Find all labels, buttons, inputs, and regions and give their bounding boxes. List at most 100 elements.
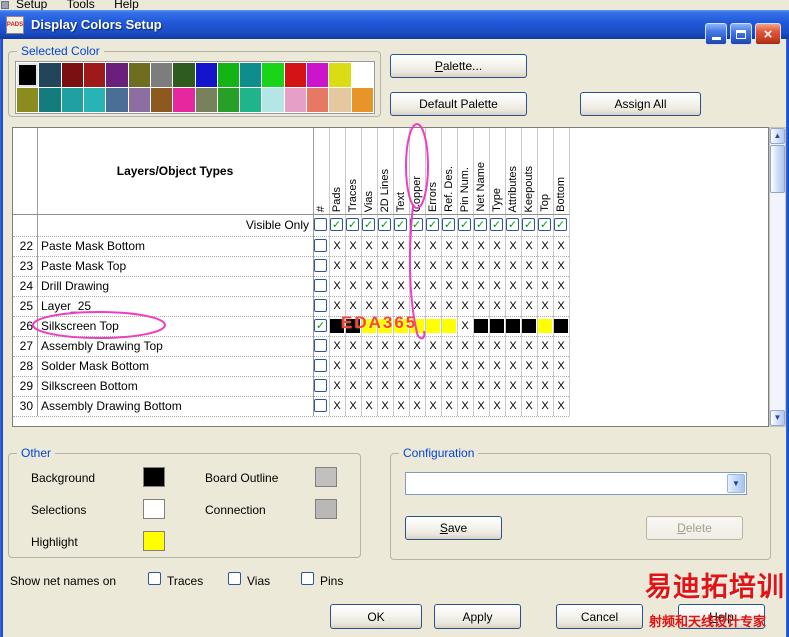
x-mark[interactable]: X xyxy=(377,359,393,373)
maximize-button[interactable] xyxy=(730,23,752,45)
x-mark[interactable]: X xyxy=(521,239,537,253)
menu-tools[interactable]: Tools xyxy=(67,0,95,10)
x-mark[interactable]: X xyxy=(425,399,441,413)
color-swatch[interactable] xyxy=(17,88,38,112)
highlight-color-swatch[interactable] xyxy=(143,531,165,551)
visibility-checkbox[interactable] xyxy=(314,218,327,231)
x-mark[interactable]: X xyxy=(489,399,505,413)
x-mark[interactable]: X xyxy=(553,259,569,273)
x-mark[interactable]: X xyxy=(489,299,505,313)
x-mark[interactable]: X xyxy=(361,239,377,253)
x-mark[interactable]: X xyxy=(537,379,553,393)
layer-color-cell[interactable] xyxy=(474,319,488,333)
layer-color-cell[interactable] xyxy=(554,319,568,333)
configuration-combobox[interactable]: ▼ xyxy=(405,472,747,495)
x-mark[interactable]: X xyxy=(377,259,393,273)
menu-help[interactable]: Help xyxy=(114,0,139,10)
color-swatch[interactable] xyxy=(62,88,83,112)
x-mark[interactable]: X xyxy=(457,259,473,273)
x-mark[interactable]: X xyxy=(329,379,345,393)
color-swatch[interactable] xyxy=(84,63,105,87)
x-mark[interactable]: X xyxy=(441,399,457,413)
x-mark[interactable]: X xyxy=(521,299,537,313)
layer-color-cell[interactable] xyxy=(426,319,440,333)
layer-name[interactable]: Drill Drawing xyxy=(41,279,109,294)
x-mark[interactable]: X xyxy=(473,339,489,353)
color-swatch[interactable] xyxy=(240,88,261,112)
x-mark[interactable]: X xyxy=(441,279,457,293)
selections-color-swatch[interactable] xyxy=(143,499,165,519)
x-mark[interactable]: X xyxy=(345,259,361,273)
x-mark[interactable]: X xyxy=(425,279,441,293)
x-mark[interactable]: X xyxy=(425,359,441,373)
x-mark[interactable]: X xyxy=(521,399,537,413)
visibility-checkbox[interactable]: ✓ xyxy=(330,218,343,231)
visibility-checkbox[interactable]: ✓ xyxy=(426,218,439,231)
visibility-checkbox[interactable]: ✓ xyxy=(506,218,519,231)
x-mark[interactable]: X xyxy=(457,359,473,373)
x-mark[interactable]: X xyxy=(457,339,473,353)
x-mark[interactable]: X xyxy=(521,279,537,293)
visibility-checkbox[interactable]: ✓ xyxy=(378,218,391,231)
visibility-checkbox[interactable] xyxy=(314,339,327,352)
layer-color-cell[interactable] xyxy=(506,319,520,333)
x-mark[interactable]: X xyxy=(457,299,473,313)
x-mark[interactable]: X xyxy=(457,239,473,253)
color-swatch[interactable] xyxy=(17,63,38,87)
x-mark[interactable]: X xyxy=(345,299,361,313)
background-color-swatch[interactable] xyxy=(143,467,165,487)
x-mark[interactable]: X xyxy=(345,399,361,413)
x-mark[interactable]: X xyxy=(537,279,553,293)
x-mark[interactable]: X xyxy=(409,399,425,413)
x-mark[interactable]: X xyxy=(553,279,569,293)
x-mark[interactable]: X xyxy=(457,379,473,393)
color-swatch[interactable] xyxy=(307,88,328,112)
x-mark[interactable]: X xyxy=(473,239,489,253)
color-swatch[interactable] xyxy=(196,88,217,112)
x-mark[interactable]: X xyxy=(329,259,345,273)
x-mark[interactable]: X xyxy=(345,379,361,393)
layer-name[interactable]: Silkscreen Top xyxy=(41,319,119,334)
chevron-down-icon[interactable]: ▼ xyxy=(727,474,745,493)
visibility-checkbox[interactable] xyxy=(314,239,327,252)
visibility-checkbox[interactable] xyxy=(314,299,327,312)
x-mark[interactable]: X xyxy=(345,279,361,293)
visibility-checkbox[interactable] xyxy=(314,399,327,412)
visibility-checkbox[interactable]: ✓ xyxy=(554,218,567,231)
x-mark[interactable]: X xyxy=(553,399,569,413)
save-button[interactable]: Save xyxy=(405,516,502,540)
close-button[interactable]: × xyxy=(755,23,781,45)
scroll-up-button[interactable]: ▲ xyxy=(770,128,785,144)
layer-color-cell[interactable] xyxy=(522,319,536,333)
x-mark[interactable]: X xyxy=(441,299,457,313)
connection-color-swatch[interactable] xyxy=(315,499,337,519)
table-scrollbar[interactable]: ▲ ▼ xyxy=(769,127,786,427)
color-swatch[interactable] xyxy=(62,63,83,87)
x-mark[interactable]: X xyxy=(393,259,409,273)
layer-name[interactable]: Paste Mask Bottom xyxy=(41,239,145,254)
visibility-checkbox[interactable] xyxy=(314,379,327,392)
layer-color-cell[interactable] xyxy=(490,319,504,333)
color-swatch[interactable] xyxy=(151,63,172,87)
color-swatch[interactable] xyxy=(151,88,172,112)
x-mark[interactable]: X xyxy=(505,399,521,413)
x-mark[interactable]: X xyxy=(489,379,505,393)
x-mark[interactable]: X xyxy=(553,339,569,353)
x-mark[interactable]: X xyxy=(473,399,489,413)
x-mark[interactable]: X xyxy=(425,259,441,273)
x-mark[interactable]: X xyxy=(521,359,537,373)
color-swatch[interactable] xyxy=(39,63,60,87)
layer-color-cell[interactable] xyxy=(442,319,456,333)
visibility-checkbox[interactable]: ✓ xyxy=(490,218,503,231)
visibility-checkbox[interactable]: ✓ xyxy=(394,218,407,231)
traces-checkbox[interactable] xyxy=(148,572,161,585)
palette-button[interactable]: Palette... xyxy=(390,54,527,78)
x-mark[interactable]: X xyxy=(393,399,409,413)
color-swatch[interactable] xyxy=(329,88,350,112)
x-mark[interactable]: X xyxy=(393,239,409,253)
color-swatch[interactable] xyxy=(329,63,350,87)
ok-button[interactable]: OK xyxy=(330,604,422,629)
scroll-down-button[interactable]: ▼ xyxy=(770,410,785,426)
x-mark[interactable]: X xyxy=(345,359,361,373)
x-mark[interactable]: X xyxy=(425,339,441,353)
